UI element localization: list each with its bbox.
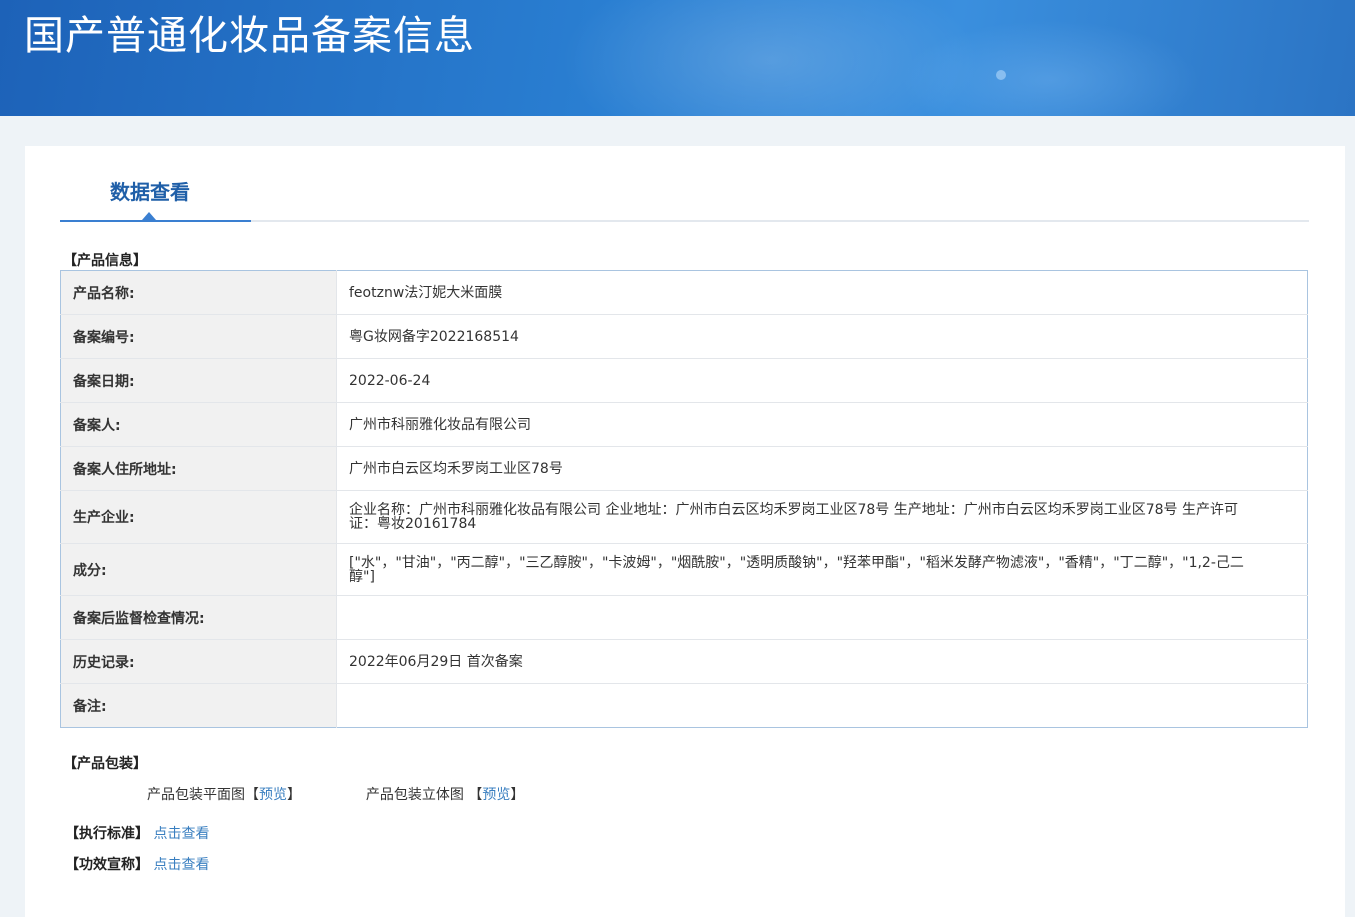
row-label: 备案人住所地址: <box>60 446 337 491</box>
row-value <box>336 683 1308 728</box>
tab-active-indicator <box>60 220 251 222</box>
banner-decoration <box>996 70 1006 80</box>
tab-caret-icon <box>142 212 156 220</box>
row-label: 备注: <box>60 683 337 728</box>
preview-flat-link[interactable]: 预览 <box>259 787 287 803</box>
packaging-flat-label: 产品包装平面图 <box>147 787 245 803</box>
packaging-row: 产品包装平面图【预览】 产品包装立体图 【预览】 <box>147 784 524 804</box>
section-product-info: 【产品信息】 <box>63 253 147 269</box>
banner-glow <box>900 20 1200 116</box>
table-row: 备案后监督检查情况: <box>60 595 1308 640</box>
standard-view-link[interactable]: 点击查看 <box>153 826 209 842</box>
efficacy-view-link[interactable]: 点击查看 <box>153 857 209 873</box>
table-row: 备案编号: 粤G妆网备字2022168514 <box>60 314 1308 359</box>
row-label: 产品名称: <box>60 270 337 315</box>
row-value: 2022年06月29日 首次备案 <box>336 639 1308 684</box>
row-label: 成分: <box>60 543 337 596</box>
table-row: 备案人住所地址: 广州市白云区均禾罗岗工业区78号 <box>60 446 1308 491</box>
row-value: 粤G妆网备字2022168514 <box>336 314 1308 359</box>
row-value: 企业名称：广州市科丽雅化妆品有限公司 企业地址：广州市白云区均禾罗岗工业区78号… <box>336 490 1308 544</box>
row-value: 广州市科丽雅化妆品有限公司 <box>336 402 1308 447</box>
row-label: 生产企业: <box>60 490 337 544</box>
product-info-table: 产品名称: feotznw法汀妮大米面膜 备案编号: 粤G妆网备字2022168… <box>60 270 1308 728</box>
section-efficacy: 【功效宣称】 <box>65 857 149 873</box>
row-label: 备案编号: <box>60 314 337 359</box>
table-row: 生产企业: 企业名称：广州市科丽雅化妆品有限公司 企业地址：广州市白云区均禾罗岗… <box>60 490 1308 544</box>
efficacy-row: 【功效宣称】 点击查看 <box>65 854 209 874</box>
section-standard: 【执行标准】 <box>65 826 149 842</box>
bracket: 】 <box>287 787 301 803</box>
page-title: 国产普通化妆品备案信息 <box>24 13 475 59</box>
table-row: 备案日期: 2022-06-24 <box>60 358 1308 403</box>
row-value <box>336 595 1308 640</box>
row-value: feotznw法汀妮大米面膜 <box>349 284 503 301</box>
table-row: 备注: <box>60 683 1308 728</box>
row-label: 备案后监督检查情况: <box>60 595 337 640</box>
row-label: 备案日期: <box>60 358 337 403</box>
tab-data-view[interactable]: 数据查看 <box>110 176 190 205</box>
row-value: 广州市白云区均禾罗岗工业区78号 <box>336 446 1308 491</box>
row-value: ["水"，"甘油"，"丙二醇"，"三乙醇胺"，"卡波姆"，"烟酰胺"，"透明质酸… <box>336 543 1308 596</box>
bracket: 】 <box>510 787 525 803</box>
header-banner: 国产普通化妆品备案信息 <box>0 0 1355 116</box>
bracket: 【 <box>468 787 483 803</box>
bracket: 【 <box>245 787 259 803</box>
table-row: 成分: ["水"，"甘油"，"丙二醇"，"三乙醇胺"，"卡波姆"，"烟酰胺"，"… <box>60 543 1308 596</box>
preview-stereo-link[interactable]: 预览 <box>482 787 510 803</box>
table-row: 产品名称: feotznw法汀妮大米面膜 <box>60 270 1308 315</box>
row-value: 2022-06-24 <box>336 358 1308 403</box>
standard-row: 【执行标准】 点击查看 <box>65 823 209 843</box>
section-packaging: 【产品包装】 <box>63 756 147 772</box>
content-panel: 数据查看 【产品信息】 产品名称: feotznw法汀妮大米面膜 备案编号: 粤… <box>25 146 1345 917</box>
packaging-stereo-label: 产品包装立体图 <box>365 787 464 803</box>
row-label: 备案人: <box>60 402 337 447</box>
table-row: 历史记录: 2022年06月29日 首次备案 <box>60 639 1308 684</box>
row-label: 历史记录: <box>60 639 337 684</box>
table-row: 备案人: 广州市科丽雅化妆品有限公司 <box>60 402 1308 447</box>
